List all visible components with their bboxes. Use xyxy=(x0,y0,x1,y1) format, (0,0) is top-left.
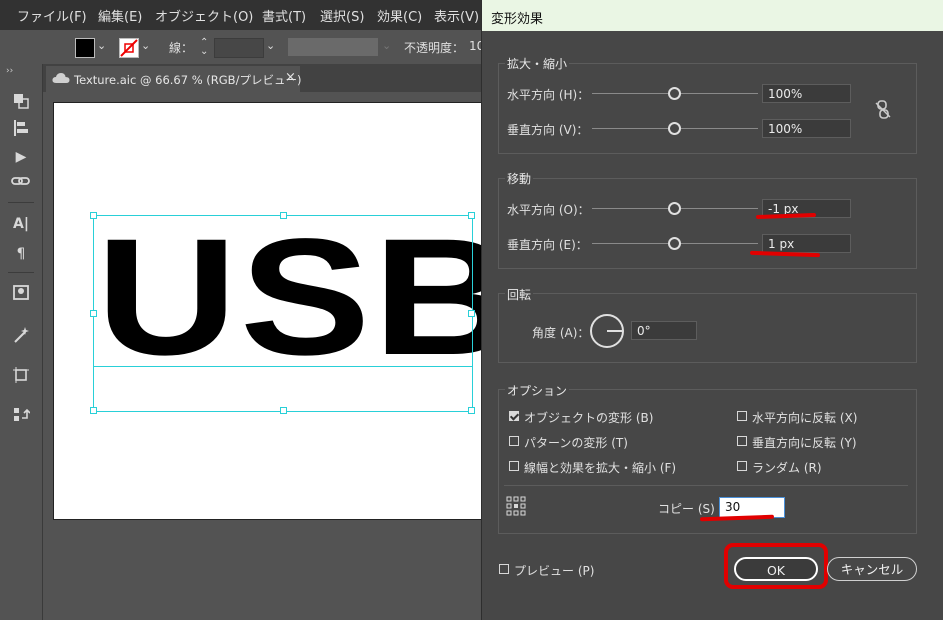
tool-panel: ›› ▶ A| ¶ xyxy=(0,64,43,620)
selection-handle[interactable] xyxy=(90,212,97,219)
divider xyxy=(8,272,34,273)
cloud-icon xyxy=(52,73,70,83)
reflect-y-label[interactable]: 垂直方向に反転 (Y) xyxy=(752,434,857,451)
copies-label: コピー (S) xyxy=(658,502,715,516)
angle-dial-icon[interactable] xyxy=(589,313,625,349)
scale-strokes-label[interactable]: 線幅と効果を拡大・縮小 (F) xyxy=(524,459,676,476)
transform-effect-dialog: 変形効果 拡大・縮小 水平方向 (H)： 100% 垂直方向 (V)： 100%… xyxy=(481,0,943,620)
asset-export-icon[interactable] xyxy=(11,406,31,426)
selection-handle[interactable] xyxy=(468,407,475,414)
move-horizontal-slider[interactable] xyxy=(668,202,681,215)
move-group-title: 移動 xyxy=(505,170,534,187)
chevron-down-icon[interactable]: ⌄ xyxy=(141,39,150,52)
random-label[interactable]: ランダム (R) xyxy=(752,459,822,476)
chevron-down-icon[interactable]: ⌄ xyxy=(266,39,275,52)
scale-group xyxy=(498,63,917,154)
stroke-stepper[interactable]: ⌃ ⌄ xyxy=(200,38,208,57)
paragraph-icon[interactable]: ¶ xyxy=(11,244,31,264)
menu-edit[interactable]: 編集(E) xyxy=(98,6,142,25)
artboard-icon[interactable] xyxy=(11,366,31,386)
variable-width-profile[interactable] xyxy=(288,38,378,56)
move-horizontal-label: 水平方向 (O)： xyxy=(507,203,590,217)
selection-handle[interactable] xyxy=(468,212,475,219)
no-stroke-icon xyxy=(120,39,138,57)
reflect-y-checkbox[interactable] xyxy=(737,436,747,446)
actions-play-icon[interactable]: ▶ xyxy=(11,147,31,167)
close-icon[interactable]: × xyxy=(285,70,296,85)
selection-handle[interactable] xyxy=(280,212,287,219)
scale-vertical-slider[interactable] xyxy=(668,122,681,135)
magic-wand-icon[interactable] xyxy=(11,326,31,346)
collapse-icon[interactable]: ›› xyxy=(6,66,13,76)
transform-objects-label[interactable]: オブジェクトの変形 (B) xyxy=(524,409,653,426)
reflect-x-checkbox[interactable] xyxy=(737,411,747,421)
scale-horizontal-input[interactable]: 100% xyxy=(762,84,851,103)
menu-object[interactable]: オブジェクト(O) xyxy=(155,6,253,25)
divider xyxy=(8,202,34,203)
stroke-swatch[interactable] xyxy=(119,38,139,58)
transform-objects-checkbox[interactable] xyxy=(509,411,519,421)
opacity-label: 不透明度： xyxy=(404,41,465,55)
preview-checkbox[interactable] xyxy=(499,564,509,574)
chevron-down-icon: ⌄ xyxy=(382,39,392,52)
links-icon[interactable] xyxy=(11,174,31,194)
menu-file[interactable]: ファイル(F) xyxy=(17,6,87,25)
menu-select[interactable]: 選択(S) xyxy=(320,6,364,25)
character-icon[interactable]: A| xyxy=(11,214,31,234)
stroke-label: 線： xyxy=(169,41,194,55)
fill-swatch[interactable] xyxy=(75,38,95,58)
rotate-angle-label: 角度 (A)： xyxy=(532,326,590,340)
align-icon[interactable] xyxy=(11,119,31,139)
selection-handle[interactable] xyxy=(90,407,97,414)
link-constrain-icon[interactable] xyxy=(875,100,891,120)
move-vertical-label: 垂直方向 (E)： xyxy=(507,238,588,252)
document-tab[interactable]: Texture.aic @ 66.67 % (RGB/プレビュー) × xyxy=(46,66,302,92)
ok-button[interactable]: OK xyxy=(734,557,818,581)
selection-box-outer xyxy=(93,215,473,412)
move-group xyxy=(498,178,917,269)
random-checkbox[interactable] xyxy=(737,461,747,471)
cancel-button[interactable]: キャンセル xyxy=(827,557,917,581)
menu-type[interactable]: 書式(T) xyxy=(262,6,306,25)
dialog-title: 変形効果 xyxy=(491,12,544,27)
options-group-title: オプション xyxy=(505,382,570,399)
stroke-weight-field[interactable] xyxy=(214,38,264,58)
scale-horizontal-slider[interactable] xyxy=(668,87,681,100)
selection-handle[interactable] xyxy=(280,407,287,414)
move-vertical-input[interactable]: 1 px xyxy=(762,234,851,253)
reflect-x-label[interactable]: 水平方向に反転 (X) xyxy=(752,409,857,426)
selection-handle[interactable] xyxy=(468,310,475,317)
scale-horizontal-label: 水平方向 (H)： xyxy=(507,88,590,102)
rotate-group-title: 回転 xyxy=(505,286,534,303)
transform-patterns-checkbox[interactable] xyxy=(509,436,519,446)
symbols-icon[interactable] xyxy=(11,283,31,303)
reference-point-locator-icon[interactable] xyxy=(506,496,526,516)
menu-view[interactable]: 表示(V) xyxy=(434,6,479,25)
selection-handle[interactable] xyxy=(90,310,97,317)
divider xyxy=(504,485,908,486)
rotate-angle-input[interactable]: 0° xyxy=(631,321,697,340)
dialog-title-bar[interactable]: 変形効果 xyxy=(482,0,943,31)
scale-vertical-input[interactable]: 100% xyxy=(762,119,851,138)
document-tab-title: Texture.aic @ 66.67 % (RGB/プレビュー) xyxy=(74,73,302,87)
scale-strokes-checkbox[interactable] xyxy=(509,461,519,471)
preview-label[interactable]: プレビュー (P) xyxy=(514,562,594,579)
move-vertical-slider[interactable] xyxy=(668,237,681,250)
transform-patterns-label[interactable]: パターンの変形 (T) xyxy=(524,434,628,451)
menu-effect[interactable]: 効果(C) xyxy=(377,6,422,25)
scale-group-title: 拡大・縮小 xyxy=(505,55,570,72)
pathfinder-icon[interactable] xyxy=(11,92,31,112)
chevron-down-icon[interactable]: ⌄ xyxy=(97,39,106,52)
scale-vertical-label: 垂直方向 (V)： xyxy=(507,123,589,137)
